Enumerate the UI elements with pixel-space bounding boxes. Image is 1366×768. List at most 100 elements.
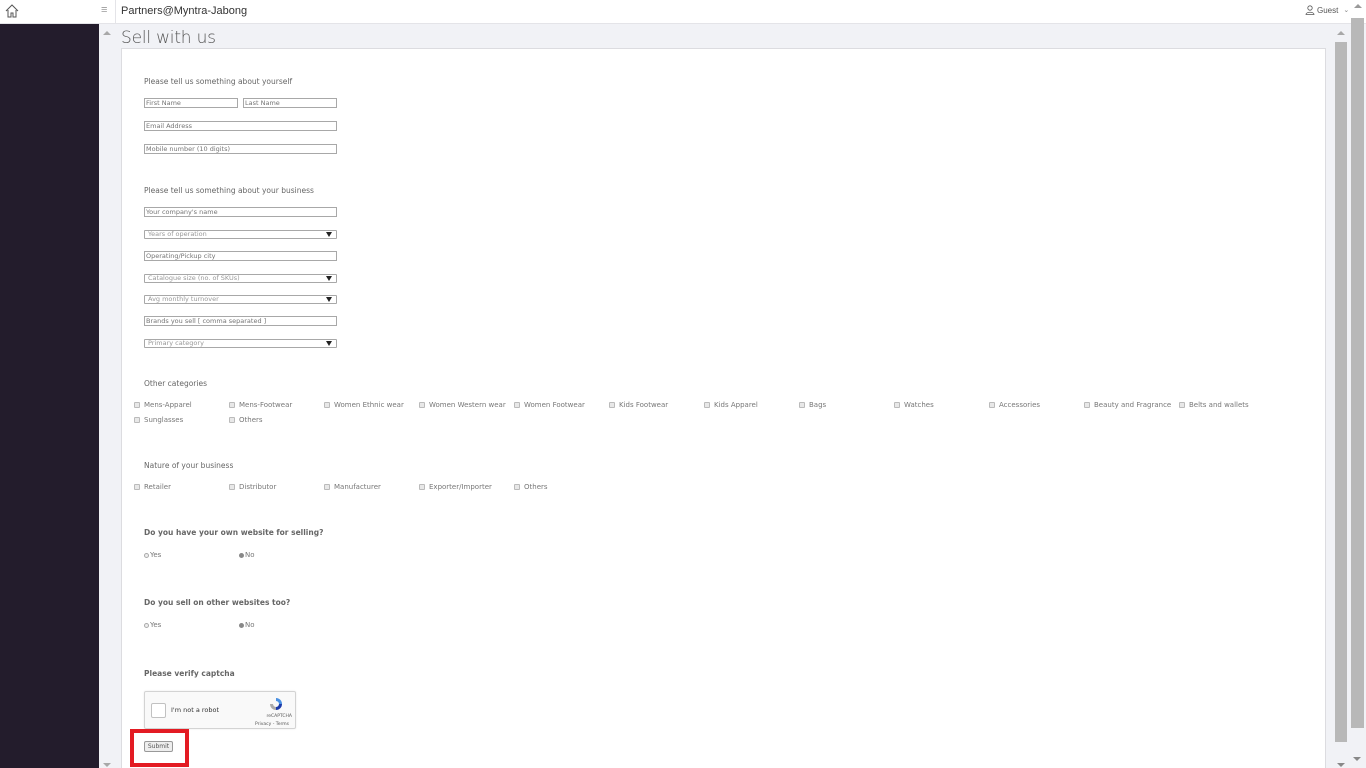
radio-indicator (144, 552, 149, 558)
recaptcha-links[interactable]: Privacy - Terms (255, 722, 289, 727)
category-checkbox[interactable]: Watches (894, 401, 934, 409)
years-of-operation-select[interactable]: Years of operation (144, 230, 337, 239)
chevron-down-icon: ⌄ (1343, 7, 1350, 14)
other-websites-no-radio[interactable]: No (239, 621, 255, 629)
category-checkbox[interactable]: Mens-Footwear (229, 401, 292, 409)
pickup-city-field[interactable] (144, 251, 337, 261)
category-checkbox[interactable]: Bags (799, 401, 826, 409)
checkbox-label: Others (524, 483, 548, 491)
email-field[interactable] (144, 121, 337, 131)
radio-indicator (239, 552, 244, 558)
checkbox-indicator (134, 484, 140, 490)
top-bar: ≡ Partners@Myntra-Jabong Guest ⌄ (0, 0, 1366, 24)
recaptcha-brand: reCAPTCHA (266, 714, 292, 719)
recaptcha-widget: I'm not a robot reCAPTCHA Privacy - Term… (144, 691, 296, 729)
own-website-yes-radio[interactable]: Yes (144, 551, 161, 559)
dropdown-arrow-icon (326, 232, 332, 237)
business-type-checkbox[interactable]: Retailer (134, 483, 171, 491)
checkbox-indicator (894, 402, 900, 408)
business-type-checkbox[interactable]: Manufacturer (324, 483, 381, 491)
category-checkbox[interactable]: Women Footwear (514, 401, 585, 409)
checkbox-label: Beauty and Fragrance (1094, 401, 1172, 409)
catalogue-size-select[interactable]: Catalogue size (no. of SKUs) (144, 274, 337, 283)
category-checkbox[interactable]: Mens-Apparel (134, 401, 192, 409)
left-scroll-down-arrow[interactable] (103, 763, 111, 767)
checkbox-label: Sunglasses (144, 416, 184, 424)
user-name: Guest (1317, 5, 1339, 15)
checkbox-indicator (229, 417, 235, 423)
own-website-no-radio[interactable]: No (239, 551, 255, 559)
checkbox-indicator (134, 402, 140, 408)
checkbox-label: Distributor (239, 483, 277, 491)
checkbox-indicator (229, 484, 235, 490)
content-scrollbar-thumb[interactable] (1335, 42, 1347, 742)
checkbox-indicator (324, 484, 330, 490)
business-type-checkbox[interactable]: Distributor (229, 483, 276, 491)
other-websites-question: Do you sell on other websites too? (144, 598, 291, 607)
home-icon[interactable] (4, 3, 20, 19)
checkbox-label: Kids Footwear (619, 401, 669, 409)
category-checkbox[interactable]: Women Western wear (419, 401, 506, 409)
category-checkbox[interactable]: Others (229, 416, 263, 424)
user-menu[interactable]: Guest ⌄ (1305, 5, 1349, 15)
captcha-checkbox[interactable] (151, 703, 166, 718)
own-website-question: Do you have your own website for selling… (144, 528, 324, 537)
brands-field[interactable] (144, 316, 337, 326)
checkbox-indicator (419, 484, 425, 490)
checkbox-label: Women Western wear (429, 401, 506, 409)
monthly-turnover-select[interactable]: Avg monthly turnover (144, 295, 337, 304)
content-scroll-up-arrow[interactable] (1337, 31, 1345, 35)
category-checkbox[interactable]: Accessories (989, 401, 1040, 409)
radio-label: Yes (150, 551, 162, 559)
submit-button[interactable]: Submit (144, 741, 173, 752)
category-checkbox[interactable]: Beauty and Fragrance (1084, 401, 1171, 409)
category-checkbox[interactable]: Belts and wallets (1179, 401, 1249, 409)
captcha-text: I'm not a robot (171, 706, 220, 714)
primary-category-select[interactable]: Primary category (144, 339, 337, 348)
recaptcha-logo-icon (270, 698, 282, 710)
first-name-field[interactable] (144, 98, 238, 108)
company-name-field[interactable] (144, 207, 337, 217)
category-checkbox[interactable]: Sunglasses (134, 416, 183, 424)
other-categories-label: Other categories (144, 379, 207, 388)
checkbox-indicator (419, 402, 425, 408)
checkbox-indicator (134, 417, 140, 423)
app-title: Partners@Myntra-Jabong (121, 5, 248, 17)
business-type-checkbox[interactable]: Exporter/Importer (419, 483, 492, 491)
checkbox-label: Kids Apparel (714, 401, 758, 409)
left-scroll-up-arrow[interactable] (103, 31, 111, 35)
page-scroll-down-arrow[interactable] (1353, 757, 1361, 761)
page-scrollbar-thumb[interactable] (1351, 18, 1364, 728)
checkbox-indicator (799, 402, 805, 408)
checkbox-label: Women Footwear (524, 401, 585, 409)
category-checkbox[interactable]: Kids Apparel (704, 401, 758, 409)
radio-label: Yes (150, 621, 162, 629)
monthly-turnover-value: Avg monthly turnover (148, 295, 219, 303)
radio-indicator (239, 622, 244, 628)
radio-indicator (144, 622, 149, 628)
last-name-field[interactable] (243, 98, 337, 108)
checkbox-indicator (1179, 402, 1185, 408)
radio-label: No (245, 551, 255, 559)
checkbox-label: Others (239, 416, 263, 424)
business-type-checkbox[interactable]: Others (514, 483, 548, 491)
content-scroll-down-arrow[interactable] (1337, 763, 1345, 767)
catalogue-size-value: Catalogue size (no. of SKUs) (148, 274, 240, 282)
dropdown-arrow-icon (326, 341, 332, 346)
category-checkbox[interactable]: Women Ethnic wear (324, 401, 404, 409)
other-websites-yes-radio[interactable]: Yes (144, 621, 161, 629)
user-icon (1305, 5, 1315, 15)
page-scroll-up-arrow[interactable] (1354, 4, 1362, 8)
checkbox-indicator (324, 402, 330, 408)
mobile-field[interactable] (144, 144, 337, 154)
checkbox-indicator (514, 484, 520, 490)
checkbox-label: Bags (809, 401, 827, 409)
category-checkbox[interactable]: Kids Footwear (609, 401, 668, 409)
checkbox-indicator (609, 402, 615, 408)
hamburger-menu-icon[interactable]: ≡ (101, 4, 107, 16)
about-business-label: Please tell us something about your busi… (144, 186, 314, 195)
checkbox-label: Women Ethnic wear (334, 401, 404, 409)
checkbox-label: Accessories (999, 401, 1041, 409)
header-divider (115, 0, 116, 24)
years-of-operation-value: Years of operation (148, 230, 207, 238)
